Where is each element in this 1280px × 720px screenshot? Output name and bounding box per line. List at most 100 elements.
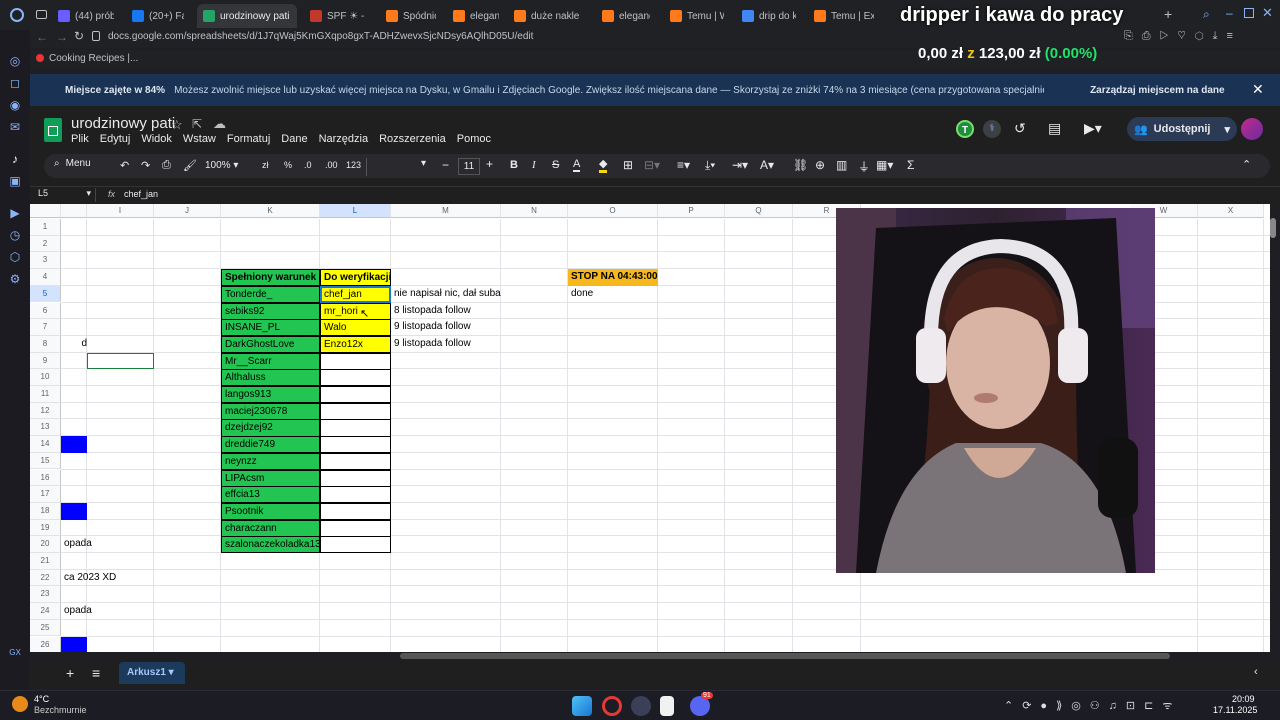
row-header-14[interactable]: 14: [30, 436, 61, 453]
align-vertical-icon[interactable]: ⤓▾: [705, 158, 715, 173]
menu-item[interactable]: Pomoc: [457, 133, 491, 145]
column-header-x[interactable]: X: [1198, 204, 1264, 218]
decrease-decimal-button[interactable]: .0: [304, 160, 312, 170]
cell-l4-header[interactable]: Do weryfikacji: [320, 269, 391, 287]
cell-blue-fill[interactable]: [61, 502, 87, 520]
meet-icon[interactable]: ▶▾: [1084, 120, 1102, 137]
cell-l-empty[interactable]: [320, 486, 391, 504]
player-icon[interactable]: ▶: [8, 206, 22, 220]
cell-o4-stop[interactable]: STOP NA 04:43:00: [568, 269, 658, 287]
cell-k-name[interactable]: neynzz: [221, 452, 320, 470]
strikethrough-icon[interactable]: S: [552, 159, 559, 171]
column-header-k[interactable]: K: [221, 204, 320, 218]
discord-taskbar-icon[interactable]: [690, 696, 710, 716]
instagram-icon[interactable]: ◻: [8, 76, 22, 90]
browser-tab[interactable]: (20+) Face: [126, 4, 190, 28]
menu-item[interactable]: Widok: [141, 133, 172, 145]
opera-gx-taskbar-icon[interactable]: [602, 696, 622, 716]
row-header-3[interactable]: 3: [30, 252, 61, 270]
zoom-select[interactable]: 100% ▾: [205, 160, 238, 171]
row-header-5[interactable]: 5: [30, 285, 61, 303]
text-wrap-icon[interactable]: ⇥▾: [732, 158, 748, 172]
cell-l-empty[interactable]: [320, 452, 391, 470]
cell-l-name[interactable]: mr_hori: [320, 302, 391, 320]
text-color-icon[interactable]: A: [573, 158, 581, 172]
add-sheet-icon[interactable]: +: [66, 665, 74, 681]
cell-l-empty[interactable]: [320, 352, 391, 370]
cell-l-empty[interactable]: [320, 469, 391, 487]
font-select[interactable]: ▾: [366, 158, 426, 176]
extensions-icon[interactable]: ⬡: [8, 250, 22, 264]
column-header-m[interactable]: M: [391, 204, 501, 218]
menu-item[interactable]: Formatuj: [227, 133, 270, 145]
history-icon[interactable]: ◷: [8, 228, 22, 242]
insert-chart-icon[interactable]: ▥: [836, 158, 847, 172]
print-icon[interactable]: ⎙: [162, 159, 171, 172]
weather-icon[interactable]: [12, 696, 28, 712]
version-history-icon[interactable]: ↺: [1014, 120, 1026, 137]
extension-icon[interactable]: ⚕: [983, 120, 1001, 138]
account-avatar[interactable]: [1241, 118, 1263, 140]
row-header-15[interactable]: 15: [30, 452, 61, 470]
insert-link-icon[interactable]: ⛓: [793, 158, 808, 172]
cell-l-empty[interactable]: [320, 419, 391, 437]
twitch-icon[interactable]: ▣: [8, 174, 22, 188]
filter-views-icon[interactable]: ▦▾: [876, 158, 893, 172]
cell-o5-done[interactable]: done: [568, 286, 658, 303]
browser-tab[interactable]: drip do ka: [736, 4, 802, 28]
row-header-17[interactable]: 17: [30, 486, 61, 503]
row-header-8[interactable]: 8: [30, 335, 61, 353]
cell-m-note[interactable]: 9 listopada follow: [391, 319, 501, 336]
menu-search-button[interactable]: ⌕ Menu: [54, 158, 91, 169]
star-icon[interactable]: ☆: [171, 117, 183, 133]
redo-icon[interactable]: ↷: [141, 159, 150, 172]
cell-k-name[interactable]: szalonaczekoladka13: [221, 536, 320, 554]
row-header-19[interactable]: 19: [30, 519, 61, 537]
messenger-icon[interactable]: ◎: [8, 54, 22, 68]
user-avatar-t[interactable]: T: [956, 120, 974, 138]
horizontal-scrollbar[interactable]: [400, 653, 1170, 659]
cell-partial-text[interactable]: opada: [61, 536, 141, 553]
browser-tab[interactable]: Spódnica: [380, 4, 442, 28]
font-size-decrease-icon[interactable]: −: [442, 158, 449, 172]
reload-icon[interactable]: ↻: [74, 29, 84, 43]
column-header-o[interactable]: O: [568, 204, 658, 218]
cell-m-note[interactable]: nie napisał nic, dał suba: [391, 286, 501, 303]
row-header-10[interactable]: 10: [30, 369, 61, 386]
font-size-field[interactable]: 11: [458, 158, 480, 175]
share-button[interactable]: 👥 Udostępnij ▾: [1127, 117, 1237, 141]
sheets-logo-icon[interactable]: [44, 118, 62, 142]
app-taskbar-icon[interactable]: [631, 696, 651, 716]
menu-item[interactable]: Plik: [71, 133, 89, 145]
cell-blue-fill[interactable]: [61, 436, 87, 453]
row-header-1[interactable]: 1: [30, 219, 61, 236]
cell-k4-header[interactable]: Spełniony warunek: [221, 269, 320, 287]
clock-date[interactable]: 17.11.2025: [1213, 705, 1257, 715]
row-header-21[interactable]: 21: [30, 553, 61, 570]
align-horizontal-icon[interactable]: ≡▾: [677, 158, 690, 172]
scroll-sheets-icon[interactable]: ‹: [1254, 666, 1258, 678]
cell-k-name[interactable]: dreddie749: [221, 436, 320, 454]
row-header-18[interactable]: 18: [30, 502, 61, 520]
cell-k-name[interactable]: Althaluss: [221, 369, 320, 387]
cell-l-empty[interactable]: [320, 386, 391, 404]
browser-tab[interactable]: elegancka: [447, 4, 505, 28]
cell-l-empty[interactable]: [320, 436, 391, 454]
name-box[interactable]: L5 ▾: [34, 188, 96, 202]
vertical-scrollbar[interactable]: [1270, 218, 1276, 238]
forward-icon[interactable]: →: [56, 30, 68, 44]
row-header-9[interactable]: 9: [30, 352, 61, 370]
cell-k-name[interactable]: Psootnik: [221, 502, 320, 521]
bold-icon[interactable]: B: [510, 159, 518, 171]
cell-l-empty[interactable]: [320, 369, 391, 387]
start-icon[interactable]: [572, 696, 592, 716]
cell-l-empty[interactable]: [320, 502, 391, 521]
fill-color-icon[interactable]: ◆: [599, 157, 608, 173]
cell-partial-text[interactable]: opada: [61, 603, 141, 620]
row-header-26[interactable]: 26: [30, 636, 61, 652]
back-icon[interactable]: ←: [36, 30, 48, 44]
cell-l-name[interactable]: Enzo12x: [320, 335, 391, 354]
font-size-increase-icon[interactable]: +: [486, 157, 493, 171]
increase-decimal-button[interactable]: .00: [325, 160, 338, 170]
browser-logo-icon[interactable]: [10, 8, 24, 22]
